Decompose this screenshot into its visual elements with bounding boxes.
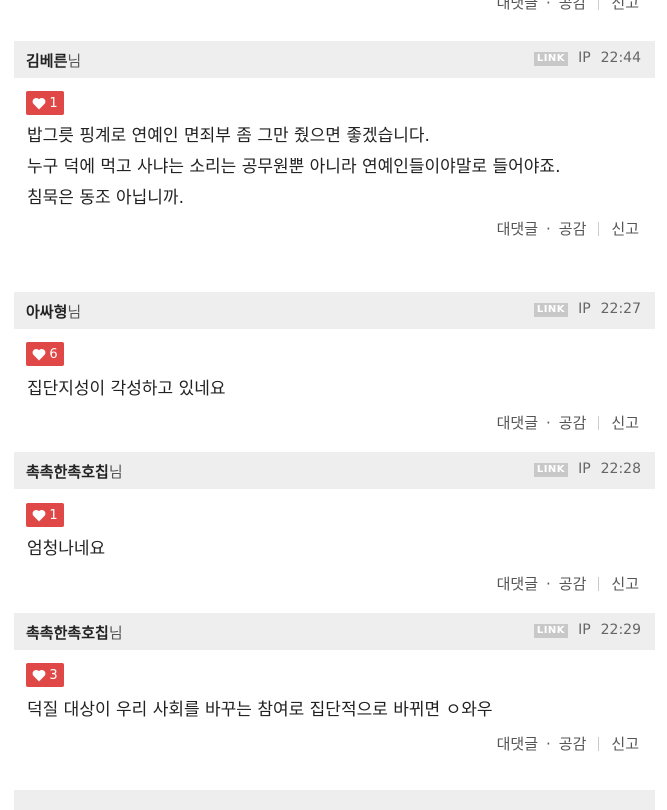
comment-line: 엄청나네요 <box>27 539 106 559</box>
like-button[interactable]: 공감 <box>559 575 587 593</box>
comment-body: 집단지성이 각성하고 있네요 <box>27 374 226 405</box>
comment-body: 밥그릇 핑계로 연예인 면죄부 좀 그만 줬으면 좋겠습니다. 누구 덕에 먹고… <box>27 121 560 214</box>
reply-button[interactable]: 대댓글 <box>497 735 538 753</box>
comment-meta: LINK IP 22:29 <box>533 622 641 638</box>
reply-button[interactable]: 대댓글 <box>497 414 538 432</box>
heart-icon <box>32 669 46 681</box>
comment-body: 덕질 대상이 우리 사회를 바꾸는 참여로 집단적으로 바뀌면 ㅇ와우 <box>27 695 493 726</box>
reply-button[interactable]: 대댓글 <box>497 0 538 12</box>
link-badge[interactable]: LINK <box>533 463 569 477</box>
comment-time: 22:27 <box>600 301 641 317</box>
comment-meta: LINK IP 22:27 <box>533 301 641 317</box>
like-count-badge: 6 <box>26 342 64 366</box>
comment-author[interactable]: 아싸형님 <box>26 301 81 322</box>
comment-actions: 대댓글 · 공감 신고 <box>497 218 639 239</box>
comment-header: 촉촉한촉호칩님 LINK IP 22:28 <box>14 452 655 489</box>
comment-actions: 대댓글 · 공감 신고 <box>497 412 639 433</box>
comment-line: 침묵은 동조 아닙니까. <box>27 188 184 208</box>
ip-label: IP <box>578 301 591 317</box>
link-badge[interactable]: LINK <box>533 624 569 638</box>
comment-author[interactable]: 촉촉한촉호칩님 <box>26 622 123 643</box>
report-button[interactable]: 신고 <box>611 735 639 753</box>
like-count-badge: 1 <box>26 91 64 115</box>
comment-time: 22:44 <box>600 50 641 66</box>
report-button[interactable]: 신고 <box>611 414 639 432</box>
dot-separator: · <box>546 735 551 753</box>
dot-separator: · <box>546 575 551 593</box>
heart-icon <box>32 348 46 360</box>
comment-meta: LINK IP 22:44 <box>533 50 641 66</box>
comment-header <box>14 790 655 810</box>
link-badge[interactable]: LINK <box>533 52 569 66</box>
comment-meta: LINK IP 22:28 <box>533 461 641 477</box>
divider <box>598 0 600 10</box>
comment-author[interactable]: 김베른님 <box>26 50 81 71</box>
ip-label: IP <box>578 461 591 477</box>
ip-label: IP <box>578 50 591 66</box>
dot-separator: · <box>546 0 551 12</box>
heart-icon <box>32 509 46 521</box>
reply-button[interactable]: 대댓글 <box>497 575 538 593</box>
comment-author[interactable]: 촉촉한촉호칩님 <box>26 461 123 482</box>
comment-actions: 대댓글 · 공감 신고 <box>497 573 639 594</box>
report-button[interactable]: 신고 <box>611 0 639 12</box>
like-button[interactable]: 공감 <box>559 414 587 432</box>
like-button[interactable]: 공감 <box>559 0 587 12</box>
link-badge[interactable]: LINK <box>533 303 569 317</box>
comment-body: 엄청나네요 <box>27 534 105 565</box>
like-count-badge: 1 <box>26 503 64 527</box>
divider <box>598 577 600 591</box>
comment-actions: 대댓글 · 공감 신고 <box>497 733 639 754</box>
divider <box>598 737 600 751</box>
ip-label: IP <box>578 622 591 638</box>
report-button[interactable]: 신고 <box>611 220 639 238</box>
comment-header: 아싸형님 LINK IP 22:27 <box>14 292 655 329</box>
comment-line: 밥그릇 핑계로 연예인 면죄부 좀 그만 줬으면 좋겠습니다. <box>27 126 430 146</box>
dot-separator: · <box>546 220 551 238</box>
comment-line: 집단지성이 각성하고 있네요 <box>27 379 226 399</box>
divider <box>598 416 600 430</box>
report-button[interactable]: 신고 <box>611 575 639 593</box>
heart-icon <box>32 97 46 109</box>
comment-line: 누구 덕에 먹고 사냐는 소리는 공무원뿐 아니라 연예인들이야말로 들어야죠. <box>27 157 561 177</box>
comment-header: 김베른님 LINK IP 22:44 <box>14 41 655 78</box>
comment-time: 22:29 <box>600 622 641 638</box>
comment-line: 덕질 대상이 우리 사회를 바꾸는 참여로 집단적으로 바뀌면 ㅇ와우 <box>27 700 493 720</box>
dot-separator: · <box>546 414 551 432</box>
reply-button[interactable]: 대댓글 <box>497 220 538 238</box>
comment-time: 22:28 <box>600 461 641 477</box>
like-count-badge: 3 <box>26 663 64 687</box>
like-button[interactable]: 공감 <box>559 735 587 753</box>
like-button[interactable]: 공감 <box>559 220 587 238</box>
divider <box>598 222 600 236</box>
comment-header: 촉촉한촉호칩님 LINK IP 22:29 <box>14 613 655 650</box>
comment-actions: 대댓글 · 공감 신고 <box>497 0 639 13</box>
